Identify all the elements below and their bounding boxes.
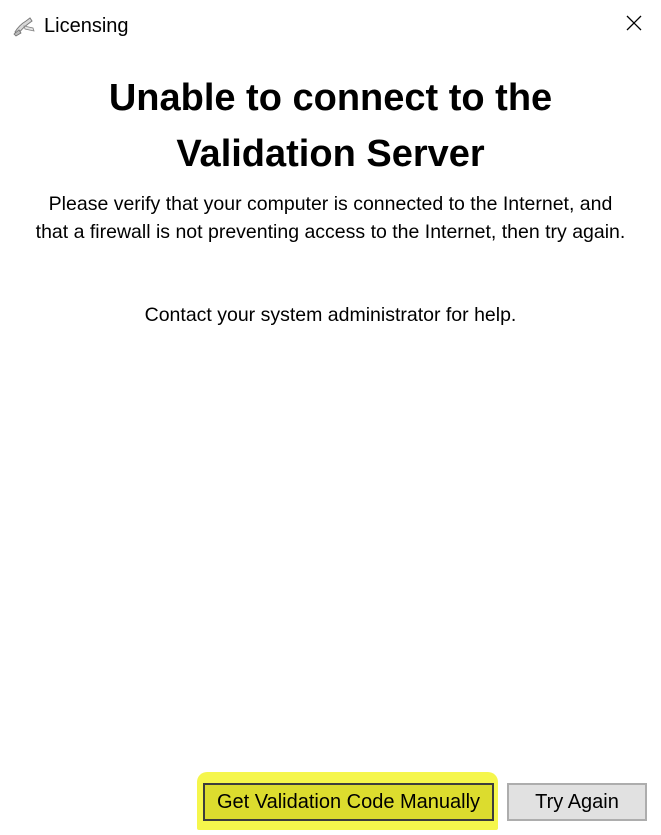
try-again-button[interactable]: Try Again xyxy=(507,783,647,821)
close-icon xyxy=(625,14,643,37)
window-title: Licensing xyxy=(44,15,129,37)
error-heading-line-2: Validation Server xyxy=(176,133,485,175)
error-heading-line-1: Unable to connect to the xyxy=(108,77,553,119)
error-message: Please verify that your computer is conn… xyxy=(35,193,626,243)
get-validation-code-manually-button[interactable]: Get Validation Code Manually xyxy=(203,783,494,821)
licensing-app-icon xyxy=(12,15,36,37)
error-heading: Unable to connect to the Validation Serv… xyxy=(0,70,661,182)
contact-admin-text: Contact your system administrator for he… xyxy=(144,304,517,326)
close-button[interactable] xyxy=(621,12,647,38)
title-bar: Licensing xyxy=(0,0,661,50)
